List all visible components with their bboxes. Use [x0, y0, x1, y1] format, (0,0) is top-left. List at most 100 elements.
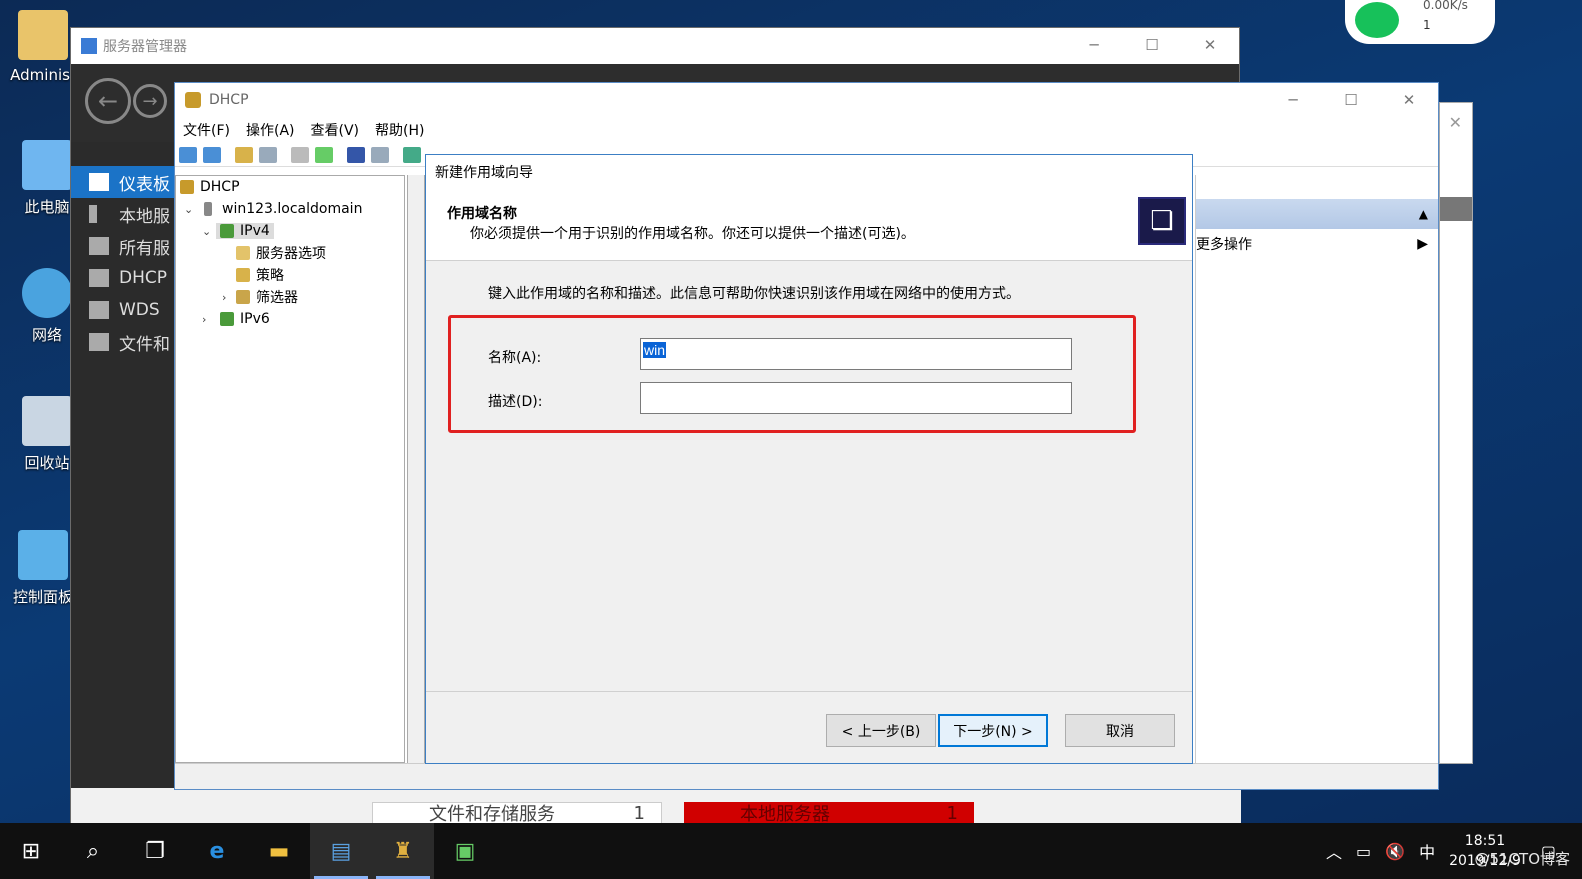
up-folder-icon[interactable]: [235, 146, 253, 163]
chevron-right-icon[interactable]: ›: [202, 313, 216, 326]
ipv6-node-icon: [220, 312, 234, 326]
file-storage-icon: [89, 333, 109, 351]
help-icon[interactable]: [347, 146, 365, 163]
server-manager-titlebar[interactable]: 服务器管理器 ─ ☐ ✕: [71, 28, 1239, 64]
dhcp-taskbar-icon[interactable]: ♜: [372, 823, 434, 879]
selected-text: win: [643, 342, 667, 358]
forward-arrow-icon[interactable]: →: [133, 84, 167, 118]
menu-file[interactable]: 文件(F): [183, 120, 230, 140]
chevron-down-icon[interactable]: ⌄: [184, 203, 198, 216]
cancel-button[interactable]: 取消: [1065, 714, 1175, 747]
tile-file-storage[interactable]: 文件和存储服务 1: [372, 802, 662, 825]
scope-name-input[interactable]: win: [640, 338, 1072, 370]
tree-node-ipv4[interactable]: ⌄ IPv4: [176, 220, 404, 242]
dhcp-titlebar[interactable]: DHCP ─ ☐ ✕: [175, 83, 1438, 117]
description-label: 描述(D):: [488, 394, 543, 410]
folder-icon: [236, 246, 250, 260]
pane-splitter[interactable]: [407, 175, 425, 763]
tree-node-label: DHCP: [200, 179, 240, 195]
sidebar-item-label: DHCP: [119, 268, 167, 288]
highlight-box: 名称(A): win 描述(D):: [448, 315, 1136, 433]
wizard-titlebar[interactable]: 新建作用域向导: [426, 155, 1192, 189]
action-pane-icon[interactable]: [371, 146, 389, 163]
chevron-right-icon[interactable]: ›: [222, 291, 236, 304]
chevron-down-icon[interactable]: ⌄: [202, 225, 216, 238]
tree-node-server[interactable]: ⌄ win123.localdomain: [176, 198, 404, 220]
sidebar-item-file-storage[interactable]: 文件和: [71, 326, 179, 358]
actions-pane: ▲ 更多操作 ▶: [1195, 175, 1438, 763]
server-manager-taskbar-icon[interactable]: ▤: [310, 823, 372, 879]
wizard-subheading: 你必须提供一个用于识别的作用域名称。你还可以提供一个描述(可选)。: [470, 226, 915, 242]
menu-help[interactable]: 帮助(H): [375, 120, 424, 140]
close-icon[interactable]: ✕: [1380, 83, 1438, 117]
refresh-icon[interactable]: [315, 146, 333, 163]
dhcp-role-icon: [89, 269, 109, 287]
sidebar-item-label: WDS: [119, 300, 160, 320]
ime-indicator[interactable]: 中: [1419, 839, 1435, 863]
wifi-speed: 0.00K/s: [1423, 0, 1468, 12]
computer-icon: [22, 140, 72, 190]
scope-description-input[interactable]: [640, 382, 1072, 414]
back-button[interactable]: < 上一步(B): [826, 714, 936, 747]
tree-node-dhcp[interactable]: DHCP: [176, 176, 404, 198]
search-icon[interactable]: ⌕: [62, 823, 124, 879]
server-node-icon: [204, 202, 212, 216]
internet-explorer-icon[interactable]: e: [186, 823, 248, 879]
properties-icon[interactable]: [291, 146, 309, 163]
minimize-icon[interactable]: ─: [1264, 83, 1322, 117]
taskbar: ⊞ ⌕ ❐ e ▬ ▤ ♜ ▣ ︿ ▭ 🔇 中 18:51 2019/12/9 …: [0, 823, 1582, 879]
wizard-intro: 键入此作用域的名称和描述。此信息可帮助你快速识别该作用域在网络中的使用方式。: [488, 286, 1020, 302]
minimize-icon[interactable]: ─: [1065, 28, 1123, 62]
menubar: 文件(F) 操作(A) 查看(V) 帮助(H): [175, 117, 1438, 143]
dhcp-title: DHCP: [209, 92, 249, 108]
actions-more[interactable]: 更多操作 ▶: [1196, 229, 1438, 259]
wizard-heading: 作用域名称: [447, 206, 517, 222]
start-windows-icon[interactable]: ⊞: [0, 823, 62, 879]
collapse-up-icon[interactable]: ▲: [1419, 207, 1428, 221]
policy-icon: [236, 268, 250, 282]
back-icon[interactable]: [179, 146, 197, 163]
wizard-scope-icon: ❏: [1138, 197, 1186, 245]
menu-view[interactable]: 查看(V): [311, 120, 360, 140]
sidebar-item-dashboard[interactable]: 仪表板: [71, 166, 179, 198]
actions-header[interactable]: ▲: [1196, 199, 1438, 229]
forward-icon[interactable]: [203, 146, 221, 163]
tree-node-policies[interactable]: 策略: [176, 264, 404, 286]
tree-node-server-options[interactable]: 服务器选项: [176, 242, 404, 264]
actions-more-label: 更多操作: [1196, 237, 1252, 253]
sidebar-item-all-servers[interactable]: 所有服: [71, 230, 179, 262]
next-button[interactable]: 下一步(N) >: [938, 714, 1048, 747]
sidebar-item-wds[interactable]: WDS: [71, 294, 179, 326]
file-explorer-icon[interactable]: ▬: [248, 823, 310, 879]
tile-local-server[interactable]: 本地服务器 1: [684, 802, 974, 825]
close-icon[interactable]: ✕: [1449, 113, 1462, 132]
maximize-icon[interactable]: ☐: [1123, 28, 1181, 62]
wds-role-icon: [89, 301, 109, 319]
server-manager-sidebar: 仪表板 本地服 所有服 DHCP WDS 文件和: [71, 142, 179, 828]
status-bar: [175, 763, 1438, 789]
monitor-icon[interactable]: [403, 146, 421, 163]
tree-node-label: win123.localdomain: [222, 201, 363, 217]
menu-action[interactable]: 操作(A): [246, 120, 295, 140]
wizard-title: 新建作用域向导: [435, 165, 533, 181]
network-app-taskbar-icon[interactable]: ▣: [434, 823, 496, 879]
show-hide-tree-icon[interactable]: [259, 146, 277, 163]
tree-node-label: 筛选器: [256, 290, 298, 306]
chevron-up-icon[interactable]: ︿: [1326, 839, 1342, 863]
volume-muted-icon[interactable]: 🔇: [1385, 842, 1405, 861]
tree-node-ipv6[interactable]: › IPv6: [176, 308, 404, 330]
maximize-icon[interactable]: ☐: [1322, 83, 1380, 117]
task-view-icon[interactable]: ❐: [124, 823, 186, 879]
sidebar-item-local-server[interactable]: 本地服: [71, 198, 179, 230]
wifi-icon: [1355, 2, 1399, 38]
sidebar-item-dhcp[interactable]: DHCP: [71, 262, 179, 294]
close-icon[interactable]: ✕: [1181, 28, 1239, 62]
network-tray-icon[interactable]: ▭: [1356, 842, 1371, 861]
dashboard-icon: [89, 173, 109, 191]
tree-node-label: 服务器选项: [256, 246, 326, 262]
wizard-header: 作用域名称 你必须提供一个用于识别的作用域名称。你还可以提供一个描述(可选)。 …: [426, 189, 1192, 261]
back-arrow-icon[interactable]: ←: [85, 78, 131, 124]
tree-node-filters[interactable]: › 筛选器: [176, 286, 404, 308]
wifi-widget[interactable]: 0.00K/s 1: [1345, 0, 1495, 44]
tree-node-label: 策略: [256, 268, 284, 284]
